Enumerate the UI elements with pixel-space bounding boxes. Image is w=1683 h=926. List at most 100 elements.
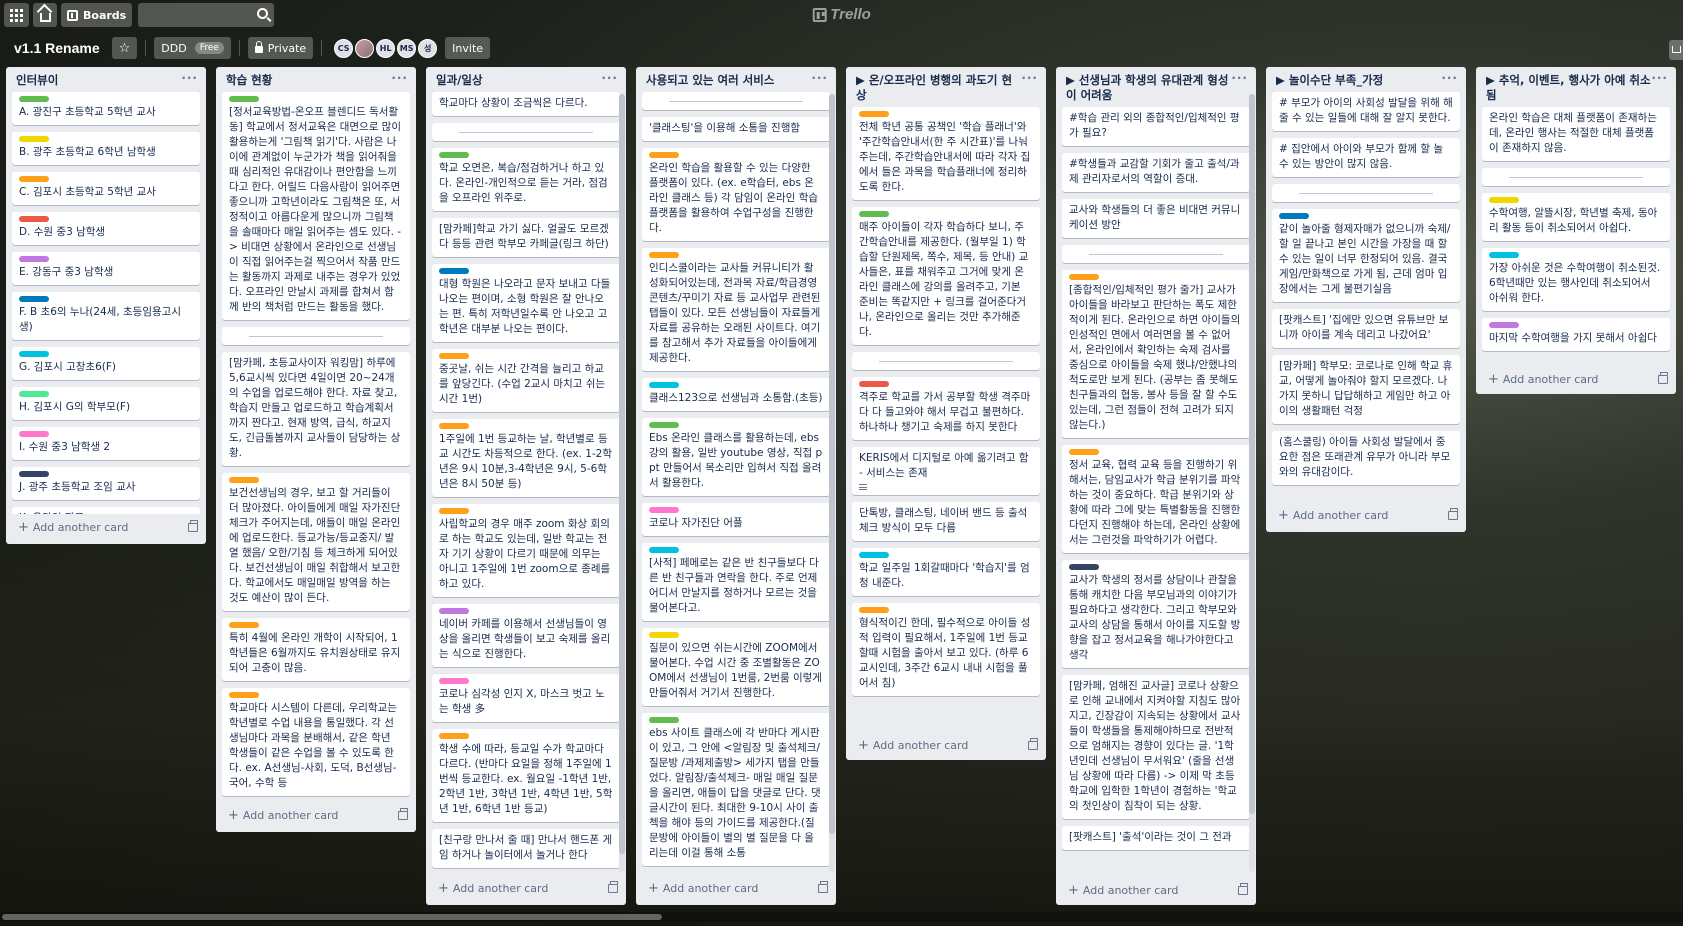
card-label[interactable]: [19, 136, 49, 142]
list-scrollbar[interactable]: [1249, 94, 1255, 872]
card-label[interactable]: [19, 391, 49, 397]
card[interactable]: [852, 352, 1040, 370]
card-label[interactable]: [649, 382, 679, 388]
add-card-button[interactable]: + Add another card: [216, 802, 416, 831]
card[interactable]: 마지막 수학여행을 가지 못해서 아쉽다: [1482, 318, 1670, 351]
add-card-text[interactable]: + Add another card: [1488, 372, 1598, 387]
card-label[interactable]: [859, 381, 889, 387]
card-template-icon[interactable]: [1658, 372, 1668, 384]
card[interactable]: [맘카페] 학부모: 코로나로 인해 학교 휴교, 어떻게 놀아줘야 할지 모르…: [1272, 355, 1460, 424]
list-header[interactable]: ▶ 온/오프라인 병행의 과도기 현상 ···: [846, 67, 1046, 107]
card[interactable]: 학교 오면은, 복습/점검하거나 하고 있다. 온라인-개인적으로 듣는 거라,…: [432, 148, 620, 211]
card[interactable]: 온라인 학습은 대체 플랫폼이 존재하는데, 온라인 행사는 적절한 대체 플랫…: [1482, 107, 1670, 161]
list-title[interactable]: 인터뷰이: [16, 73, 58, 88]
avatar[interactable]: [355, 38, 375, 58]
card[interactable]: 학생 수에 따라, 등교일 수가 학교마다 다르다. (반마다 요일을 정해 1…: [432, 729, 620, 822]
card[interactable]: 학교마다 시스템이 다른데, 우리학교는 학년별로 수업 내용을 통일했다. 각…: [222, 688, 410, 796]
card[interactable]: 교사와 학생들의 더 좋은 비대면 커뮤니케이션 방안: [1062, 199, 1250, 238]
card-label[interactable]: [439, 152, 469, 158]
card-label[interactable]: [1069, 274, 1099, 280]
card[interactable]: [정서교육방법-온오프 블렌디드 독서활동] 학교에서 정서교육은 대면으로 많…: [222, 92, 410, 320]
card[interactable]: # 부모가 아이의 사회성 발달을 위해 해줄 수 있는 일들에 대해 잘 알지…: [1272, 92, 1460, 131]
card[interactable]: 수학여행, 알뜰시장, 학년별 축제, 동아리 활동 등이 취소되어서 아쉽다.: [1482, 193, 1670, 241]
search-icon[interactable]: [257, 8, 269, 19]
card[interactable]: 코로나 자가진단 어플: [642, 503, 830, 536]
card[interactable]: 클래스123으로 선생님과 소통함.(초등): [642, 378, 830, 411]
card-label[interactable]: [439, 423, 469, 429]
home-button[interactable]: [33, 3, 57, 27]
list-title[interactable]: 일과/일상: [436, 73, 483, 88]
apps-grid-button[interactable]: [4, 3, 29, 27]
card[interactable]: F. B 초6의 누나(24세, 초등임용고시생): [12, 292, 200, 340]
card-label[interactable]: [439, 733, 469, 739]
list-scrollbar[interactable]: [619, 94, 625, 872]
card-label[interactable]: [1489, 322, 1519, 328]
card-label[interactable]: [649, 507, 679, 513]
card[interactable]: 단톡방, 클래스팅, 네이버 밴드 등 출석체크 방식이 모두 다름: [852, 502, 1040, 541]
trello-logo[interactable]: Trello: [812, 6, 871, 23]
visibility-button[interactable]: Private: [247, 37, 314, 59]
card-label[interactable]: [649, 152, 679, 158]
card[interactable]: 교사가 학생의 정서를 상담이나 관찰을 통해 캐치한 다음 부모님과의 이야기…: [1062, 560, 1250, 668]
card[interactable]: KERIS에서 디지털로 아예 옮기려고 함 - 서비스는 존재: [852, 447, 1040, 495]
card-label[interactable]: [859, 552, 889, 558]
show-menu-button[interactable]: [1669, 40, 1683, 60]
card[interactable]: H. 김포시 G의 학부모(F): [12, 387, 200, 420]
list-menu-icon[interactable]: ···: [391, 72, 408, 84]
list-title[interactable]: ▶ 놀이수단 부족_가정: [1276, 73, 1383, 88]
card[interactable]: 사립학교의 경우 매주 zoom 화상 회의로 하는 학교도 있는데, 일반 학…: [432, 504, 620, 597]
add-card-text[interactable]: + Add another card: [18, 520, 128, 535]
add-card-button[interactable]: + Add another card: [6, 514, 206, 543]
card[interactable]: B. 광주 초등학교 6학년 남학생: [12, 132, 200, 165]
card-label[interactable]: [439, 678, 469, 684]
card[interactable]: [팟캐스트] '집에만 있으면 유튜브만 보니까 아이를 계속 데리고 나갔어요…: [1272, 309, 1460, 348]
add-card-text[interactable]: + Add another card: [648, 881, 758, 896]
card-label[interactable]: [649, 252, 679, 258]
card-label[interactable]: [649, 422, 679, 428]
list-title[interactable]: ▶ 추억, 이벤트, 행사가 아예 취소됨: [1486, 73, 1651, 103]
list-header[interactable]: ▶ 선생님과 학생의 유대관계 형성이 어려움 ···: [1056, 67, 1256, 107]
card-template-icon[interactable]: [1448, 508, 1458, 520]
card-label[interactable]: [1069, 564, 1099, 570]
card[interactable]: 매주 아이들이 각자 학습하다 보니, 주간학습안내를 제공한다. (월부일 1…: [852, 207, 1040, 345]
list-menu-icon[interactable]: ···: [1651, 72, 1668, 84]
card-label[interactable]: [1489, 197, 1519, 203]
list-menu-icon[interactable]: ···: [1021, 72, 1038, 84]
card-label[interactable]: [19, 216, 49, 222]
list-title[interactable]: ▶ 온/오프라인 병행의 과도기 현상: [856, 73, 1021, 103]
add-card-text[interactable]: + Add another card: [228, 808, 338, 823]
card[interactable]: D. 수원 중3 남학생: [12, 212, 200, 245]
avatar[interactable]: 성: [418, 38, 438, 58]
add-card-button[interactable]: + Add another card: [846, 732, 1046, 760]
card[interactable]: '클래스팅'을 이용해 소통을 진행함: [642, 117, 830, 141]
card[interactable]: [1272, 184, 1460, 202]
card-label[interactable]: [19, 431, 49, 437]
list-scrollbar-thumb[interactable]: [829, 94, 835, 834]
card-label[interactable]: [439, 353, 469, 359]
card[interactable]: 전체 학년 공통 공책인 '학습 플래너'와 '주간학습안내서(한 주 시간표)…: [852, 107, 1040, 200]
card-label[interactable]: [439, 508, 469, 514]
card-label[interactable]: [859, 607, 889, 613]
list-header[interactable]: ▶ 놀이수단 부족_가정 ···: [1266, 67, 1466, 92]
card[interactable]: 코로나 심각성 인지 X, 마스크 벗고 노는 학생 多: [432, 674, 620, 722]
card[interactable]: 학교마다 상황이 조금씩은 다르다.: [432, 92, 620, 116]
card-label[interactable]: [439, 268, 469, 274]
card[interactable]: [맘카페]학교 가기 싫다. 얼굴도 모르겠다 등등 관련 학부모 카페글(링크…: [432, 218, 620, 257]
card-template-icon[interactable]: [818, 881, 828, 893]
list-menu-icon[interactable]: ···: [601, 72, 618, 84]
card[interactable]: #학습 관리 외의 종합적인/입체적인 평가 필요?: [1062, 107, 1250, 146]
card-label[interactable]: [229, 692, 259, 698]
card[interactable]: 학교 일주일 1회갈때마다 '학습지'를 엄청 내준다.: [852, 548, 1040, 596]
add-card-text[interactable]: + Add another card: [858, 738, 968, 753]
card[interactable]: [친구랑 만나서 줄 때] 만나서 핸드폰 게임 하거나 놀이터에서 놀거나 한…: [432, 829, 620, 868]
list-menu-icon[interactable]: ···: [1441, 72, 1458, 84]
card[interactable]: 1주일에 1번 등교하는 날, 학년별로 등교 시간도 차등적으로 한다. (e…: [432, 419, 620, 497]
card[interactable]: G. 김포시 고창초6(F): [12, 347, 200, 380]
card[interactable]: 격주로 학교를 가서 공부할 학생 격주마다 다 들고와야 해서 무겁고 불편하…: [852, 377, 1040, 440]
card[interactable]: ebs 사이트 클래스에 각 반마다 게시판이 있고, 그 안에 <알림장 및 …: [642, 713, 830, 866]
avatar[interactable]: CS: [334, 38, 354, 58]
card[interactable]: #학생들과 교감할 기회가 줄고 출석/과제 관리자로서의 역할이 증대.: [1062, 153, 1250, 192]
card[interactable]: Ebs 온라인 클래스를 활용하는데, ebs 강의 활용, 일반 youtub…: [642, 418, 830, 496]
card[interactable]: C. 김포시 초등학교 5학년 교사: [12, 172, 200, 205]
card[interactable]: [맘카페, 초등교사이자 워킹맘] 하루에 5,6교시씩 있다면 4일이면 20…: [222, 352, 410, 466]
